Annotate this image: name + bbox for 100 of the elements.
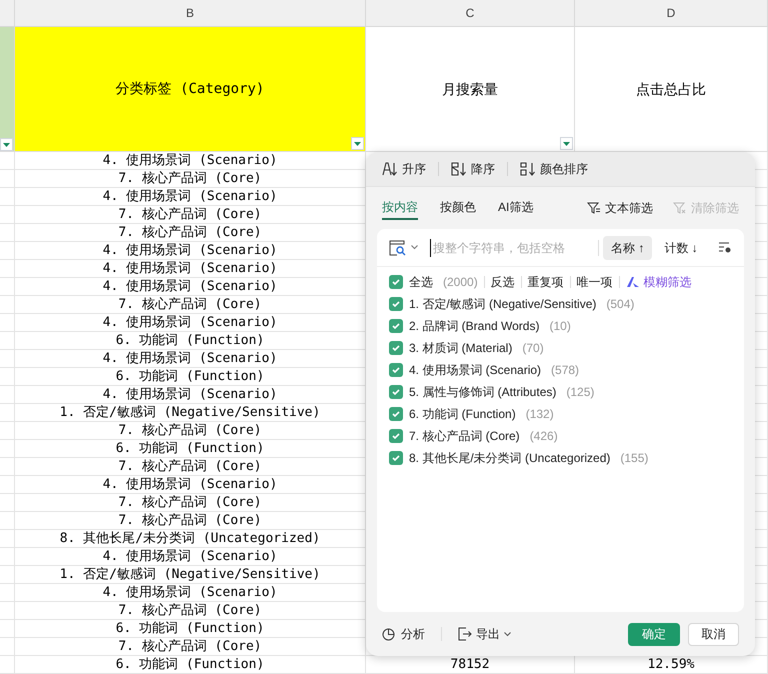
fuzzy-filter-button[interactable]: 模糊筛选 [626, 273, 692, 291]
list-settings-icon[interactable] [718, 242, 732, 254]
category-cell: 7. 核心产品词 (Core) [118, 639, 262, 654]
cancel-button[interactable]: 取消 [688, 622, 739, 646]
category-cell: 4. 使用场景词 (Scenario) [102, 279, 278, 294]
category-cell: 6. 功能词 (Function) [116, 621, 264, 636]
caret-icon [3, 142, 10, 146]
category-cell: 6. 功能词 (Function) [116, 657, 264, 672]
list-action-link[interactable]: 重复项 [528, 273, 564, 291]
confirm-button[interactable]: 确定 [628, 622, 680, 646]
checkbox[interactable] [389, 297, 403, 311]
caret-icon [354, 142, 361, 146]
category-cell: 4. 使用场景词 (Scenario) [102, 477, 278, 492]
list-action-link[interactable]: 唯一项 [576, 273, 613, 291]
category-cell: 7. 核心产品词 (Core) [118, 171, 262, 186]
filter-dropdown-button[interactable] [351, 137, 364, 150]
column-header[interactable]: B [15, 0, 366, 26]
column-header[interactable]: C [366, 0, 575, 26]
tab[interactable]: 按颜色 [440, 196, 476, 220]
filter-option-label[interactable]: 7. 核心产品词 (Core) [409, 427, 520, 445]
header-text: 点击总占比 [636, 80, 706, 98]
sort-toggle[interactable]: 名称 ↑ [603, 236, 652, 260]
item-count: (155) [620, 450, 648, 467]
item-count: (10) [549, 318, 571, 335]
item-count: (132) [526, 406, 554, 423]
check-icon [391, 453, 401, 463]
check-icon [391, 387, 401, 397]
item-count: (504) [606, 296, 634, 313]
tab[interactable]: 按内容 [382, 196, 418, 220]
click-share-cell: 12.59% [648, 657, 694, 672]
tab[interactable]: AI筛选 [498, 196, 534, 220]
text-filter-button[interactable]: 文本筛选 [587, 199, 653, 217]
checkbox[interactable] [389, 319, 403, 333]
category-cell: 7. 核心产品词 (Core) [118, 225, 262, 240]
category-cell: 1. 否定/敏感词 (Negative/Sensitive) [60, 405, 320, 420]
funnel-clear-icon [673, 201, 687, 215]
checkbox[interactable] [389, 451, 403, 465]
check-icon [391, 409, 401, 419]
filter-option-label[interactable]: 5. 属性与修饰词 (Attributes) [409, 383, 556, 401]
checkbox[interactable] [389, 275, 403, 289]
filter-option-label[interactable]: 3. 材质词 (Material) [409, 339, 512, 357]
caret-icon [563, 142, 570, 146]
category-cell: 1. 否定/敏感词 (Negative/Sensitive) [60, 567, 320, 582]
check-icon [391, 321, 401, 331]
chevron-down-icon [411, 245, 418, 250]
header-text: 月搜索量 [442, 80, 498, 98]
ai-logo-icon [626, 276, 640, 288]
item-count: (125) [566, 384, 594, 401]
filter-option-label[interactable]: 1. 否定/敏感词 (Negative/Sensitive) [409, 295, 596, 313]
category-cell: 4. 使用场景词 (Scenario) [102, 351, 278, 366]
search-scope-dropdown[interactable] [389, 240, 418, 256]
check-icon [391, 431, 401, 441]
funnel-icon [587, 201, 601, 215]
filter-dropdown-button[interactable] [0, 138, 13, 151]
checkbox[interactable] [389, 385, 403, 399]
filter-option-label[interactable]: 2. 品牌词 (Brand Words) [409, 317, 540, 335]
select-all-label[interactable]: 全选 [409, 273, 433, 291]
category-cell: 7. 核心产品词 (Core) [118, 495, 262, 510]
filter-option-label[interactable]: 4. 使用场景词 (Scenario) [409, 361, 542, 379]
list-action-link[interactable]: 反选 [490, 273, 515, 291]
category-cell: 7. 核心产品词 (Core) [118, 603, 262, 618]
sort-button[interactable]: 升序 [382, 160, 426, 178]
category-cell: 6. 功能词 (Function) [116, 441, 264, 456]
search-icon [389, 240, 407, 256]
item-count: (578) [551, 362, 580, 379]
category-cell: 7. 核心产品词 (Core) [118, 297, 262, 312]
check-icon [391, 343, 401, 353]
sort-button[interactable]: 降序 [451, 160, 495, 178]
category-cell: 7. 核心产品词 (Core) [118, 423, 262, 438]
export-icon [458, 627, 472, 641]
item-count: (70) [522, 340, 544, 357]
filter-option-label[interactable]: 6. 功能词 (Function) [409, 405, 516, 423]
item-count: (426) [530, 428, 558, 445]
search-volume-cell: 78152 [450, 657, 490, 672]
sort-ascending-icon [382, 162, 398, 176]
sort-toggle[interactable]: 计数 ↓ [656, 236, 706, 260]
checkbox[interactable] [389, 363, 403, 377]
category-cell: 8. 其他长尾/未分类词 (Uncategorized) [60, 531, 320, 546]
category-cell: 7. 核心产品词 (Core) [118, 459, 262, 474]
check-icon [391, 365, 401, 375]
category-cell: 4. 使用场景词 (Scenario) [102, 315, 278, 330]
export-button[interactable]: 导出 [458, 625, 511, 643]
filter-dropdown-button[interactable] [560, 137, 573, 150]
item-count: (2000) [443, 274, 478, 291]
column-header[interactable]: D [575, 0, 768, 26]
pie-chart-icon [382, 628, 395, 640]
category-cell: 4. 使用场景词 (Scenario) [102, 189, 278, 204]
analyze-button[interactable]: 分析 [382, 625, 425, 643]
search-field[interactable]: 搜整个字符串，包括空格 [430, 238, 590, 256]
check-icon [391, 277, 401, 287]
filter-option-label[interactable]: 8. 其他长尾/未分类词 (Uncategorized) [409, 449, 610, 467]
checkbox[interactable] [389, 341, 403, 355]
checkbox[interactable] [389, 429, 403, 443]
category-cell: 4. 使用场景词 (Scenario) [102, 549, 278, 564]
sort-button[interactable]: 颜色排序 [520, 160, 588, 178]
checkbox[interactable] [389, 407, 403, 421]
category-cell: 4. 使用场景词 (Scenario) [102, 387, 278, 402]
category-cell: 4. 使用场景词 (Scenario) [102, 585, 278, 600]
category-cell: 6. 功能词 (Function) [116, 333, 264, 348]
category-cell: 7. 核心产品词 (Core) [118, 513, 262, 528]
